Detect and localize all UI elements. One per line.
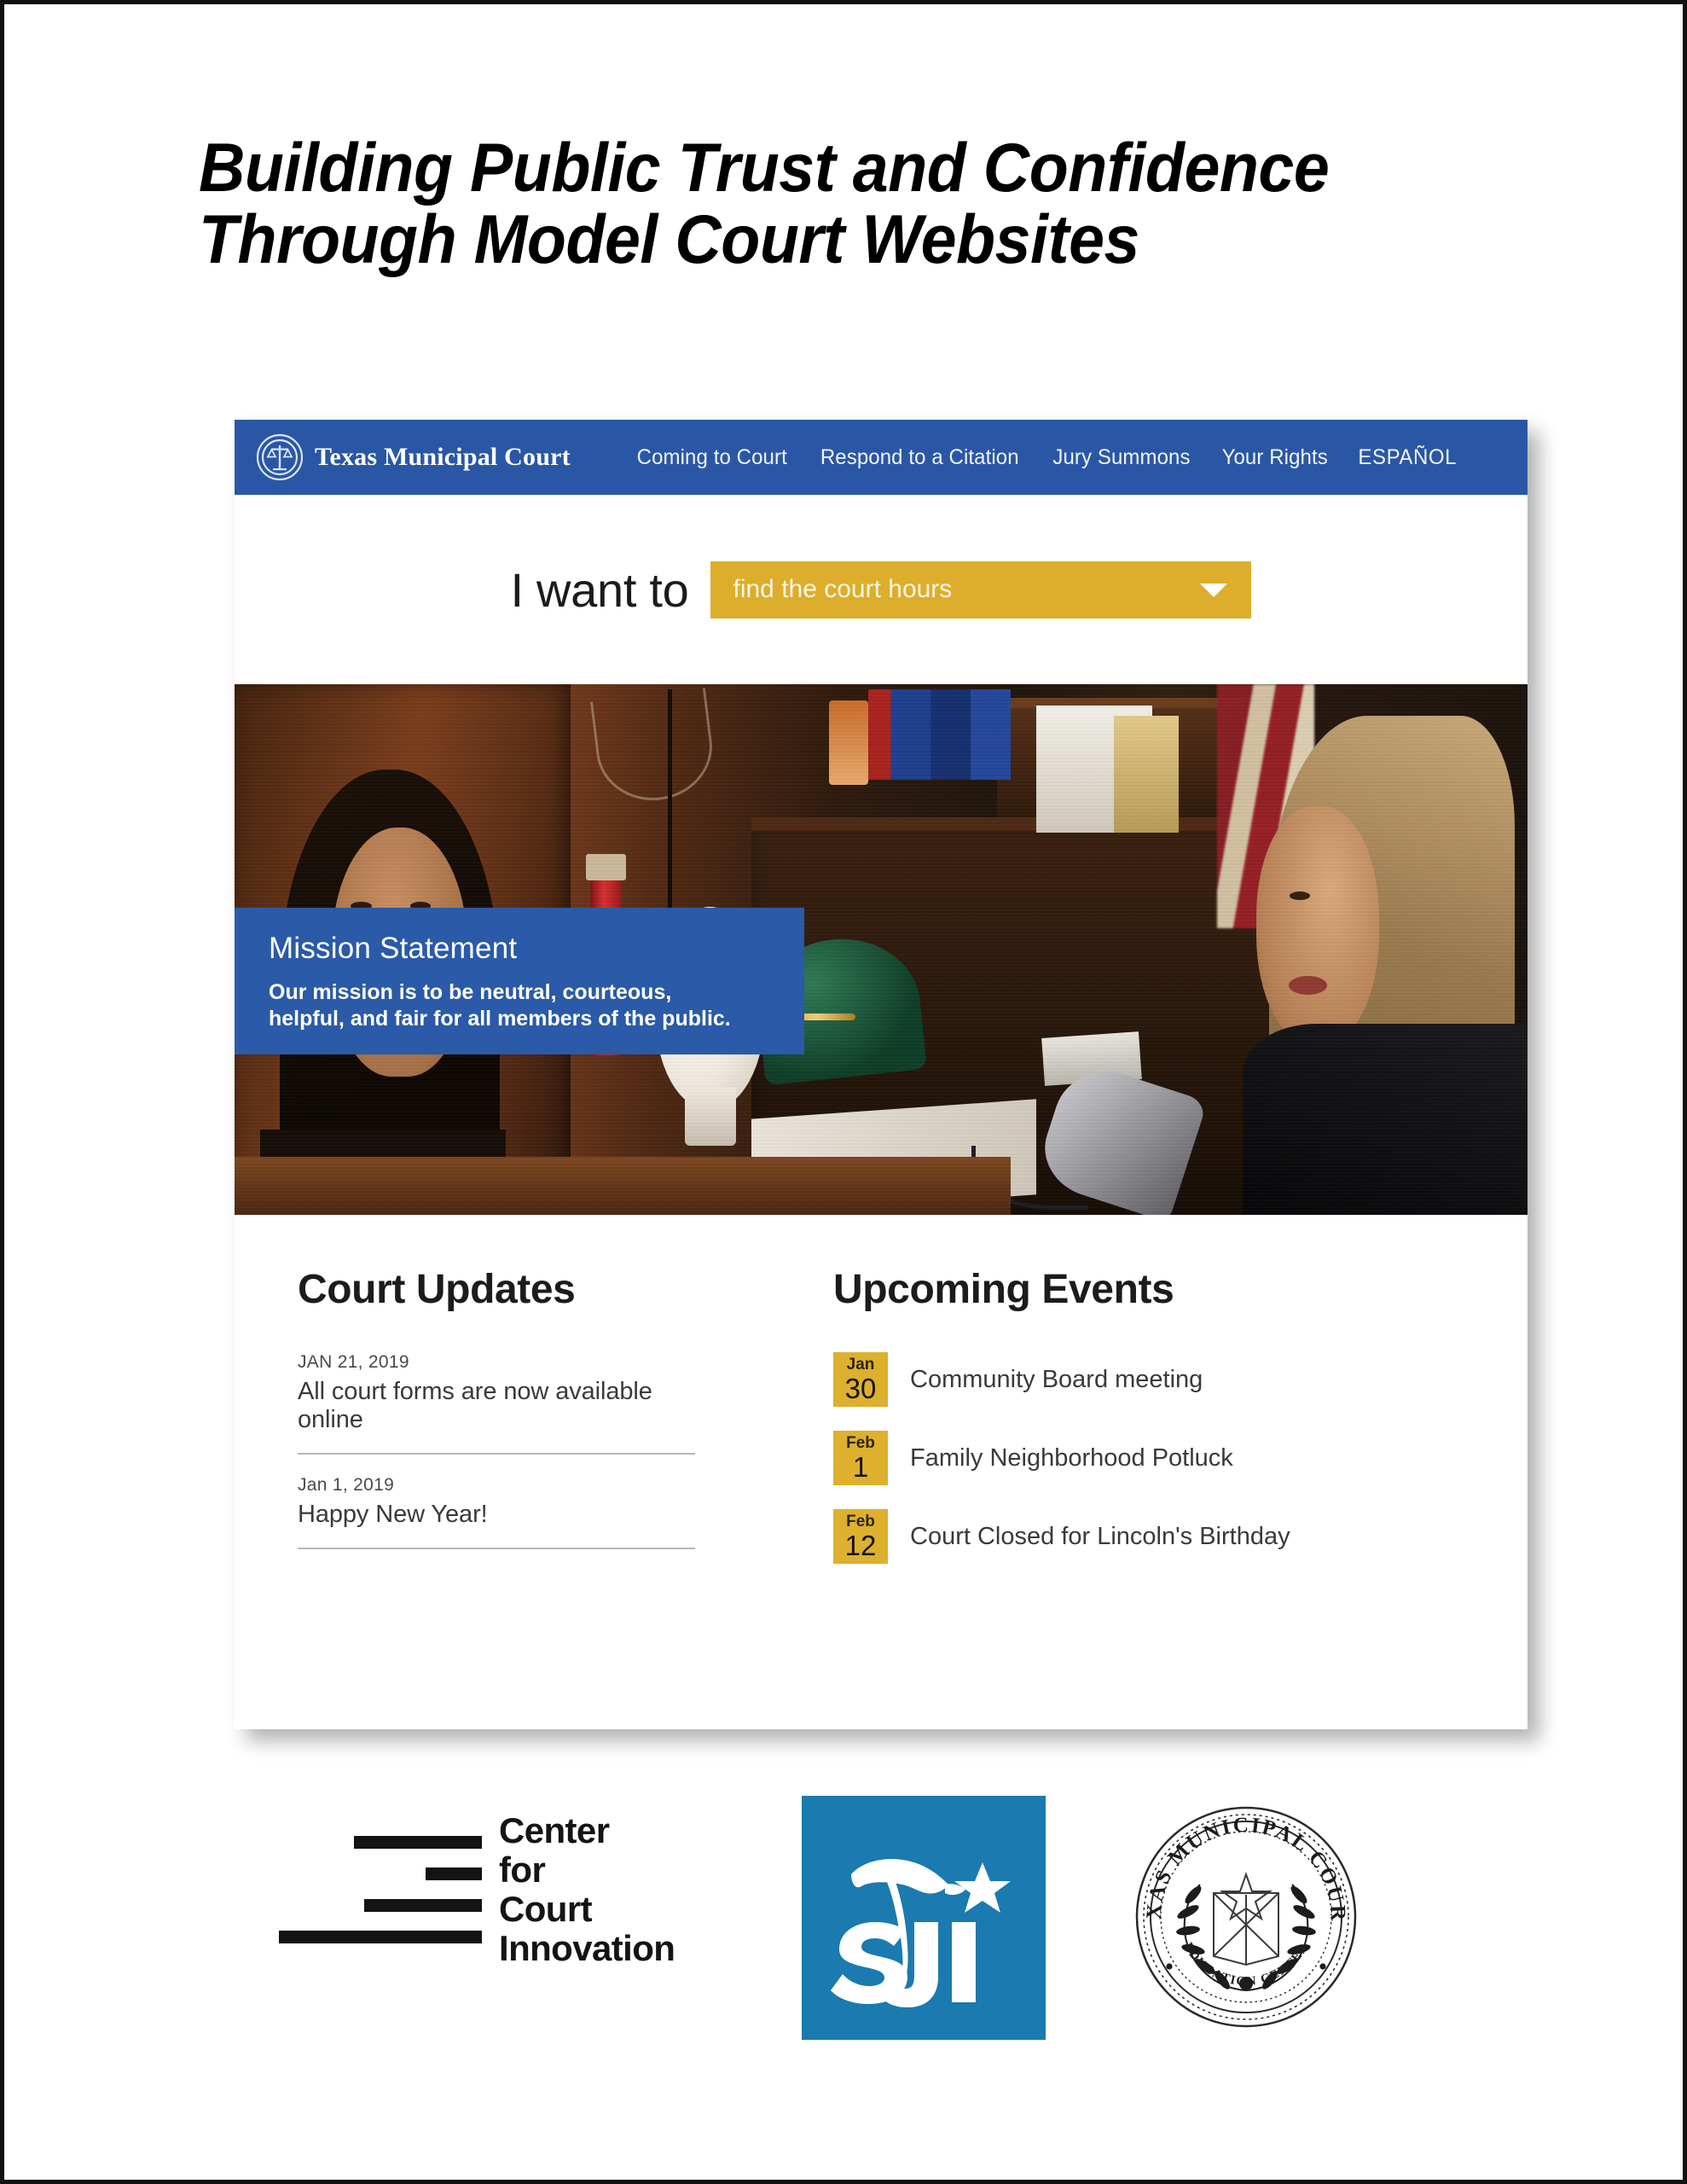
svg-text:TEXAS MUNICIPAL COURTS: TEXAS MUNICIPAL COURTS — [1128, 1799, 1349, 1922]
hero-section: Mission Statement Our mission is to be n… — [235, 684, 1528, 1215]
nav-item-jury-summons[interactable]: Jury Summons — [1052, 445, 1190, 470]
event-label: Family Neighborhood Potluck — [910, 1443, 1233, 1472]
event-badge-day: 30 — [844, 1373, 877, 1404]
sji-eagle-star-logo-icon — [831, 1858, 1011, 2007]
event-date-badge: Jan 30 — [833, 1352, 888, 1407]
upcoming-events-column: Upcoming Events Jan 30 Community Board m… — [746, 1266, 1394, 1588]
site-brand-name: Texas Municipal Court — [315, 443, 571, 471]
event-date-badge: Feb 12 — [833, 1509, 888, 1564]
cci-line-1: Center — [499, 1810, 610, 1850]
upcoming-events-heading: Upcoming Events — [833, 1267, 1174, 1312]
nav-item-your-rights[interactable]: Your Rights — [1221, 445, 1327, 470]
update-text: All court forms are now available online — [298, 1378, 652, 1433]
cci-line-3: Court — [499, 1889, 593, 1929]
poster-page: Building Public Trust and Confidence Thr… — [0, 0, 1687, 2184]
event-badge-month: Feb — [846, 1434, 875, 1452]
nav-item-espanol[interactable]: ESPAÑOL — [1359, 445, 1458, 470]
mission-statement-text: Our mission is to be neutral, courteous,… — [269, 980, 731, 1031]
tmcec-seal: TEXAS MUNICIPAL COURTS EDUCATION CENTER — [1120, 1781, 1364, 2035]
event-date-badge: Feb 1 — [833, 1431, 888, 1485]
court-updates-column: Court Updates JAN 21, 2019 All court for… — [235, 1266, 746, 1588]
site-brand[interactable]: Texas Municipal Court — [255, 433, 571, 482]
center-for-court-innovation-wordmark: Center for Court Innovation — [499, 1811, 675, 1968]
event-label: Court Closed for Lincoln's Birthday — [910, 1522, 1290, 1550]
texas-municipal-courts-education-center-seal-icon: TEXAS MUNICIPAL COURTS EDUCATION CENTER — [1120, 1781, 1357, 2028]
update-item[interactable]: Jan 1, 2019 Happy New Year! — [298, 1475, 695, 1529]
update-divider — [298, 1548, 695, 1549]
event-list-item[interactable]: Feb 12 Court Closed for Lincoln's Birthd… — [833, 1509, 1394, 1564]
update-divider — [298, 1453, 695, 1455]
i-want-to-label: I want to — [510, 562, 689, 617]
scales-of-justice-icon — [256, 433, 304, 481]
event-badge-day: 1 — [852, 1451, 869, 1483]
site-content-columns: Court Updates JAN 21, 2019 All court for… — [235, 1215, 1528, 1588]
update-text: Happy New Year! — [298, 1501, 488, 1528]
poster-title-line-2: Through Model Court Websites — [199, 201, 1139, 278]
mission-statement-title: Mission Statement — [269, 932, 518, 965]
chevron-down-icon — [1200, 584, 1228, 597]
cci-line-2: for — [499, 1850, 546, 1890]
update-item[interactable]: JAN 21, 2019 All court forms are now ava… — [298, 1352, 695, 1434]
event-list-item[interactable]: Jan 30 Community Board meeting — [833, 1352, 1394, 1407]
mission-statement-panel: Mission Statement Our mission is to be n… — [235, 908, 804, 1054]
i-want-to-selected-value: find the court hours — [733, 575, 953, 603]
event-list-item[interactable]: Feb 1 Family Neighborhood Potluck — [833, 1431, 1394, 1485]
site-nav-items: Coming to Court Respond to a Citation Ju… — [634, 445, 1459, 470]
update-date: JAN 21, 2019 — [298, 1352, 409, 1372]
event-label: Community Board meeting — [910, 1365, 1203, 1393]
update-date: Jan 1, 2019 — [298, 1475, 395, 1495]
cci-line-4: Innovation — [499, 1928, 675, 1968]
center-for-court-innovation-bars-icon — [275, 1836, 482, 1943]
event-badge-month: Feb — [846, 1513, 875, 1531]
i-want-to-dropdown[interactable]: find the court hours — [710, 561, 1252, 619]
poster-title-line-1: Building Public Trust and Confidence — [199, 130, 1330, 206]
nav-item-respond-to-citation[interactable]: Respond to a Citation — [820, 445, 1019, 470]
center-for-court-innovation-logo: Center for Court Innovation — [275, 1811, 675, 1968]
poster-title: Building Public Trust and Confidence Thr… — [199, 132, 1512, 276]
event-badge-month: Jan — [846, 1356, 875, 1374]
sji-logo — [802, 1796, 1046, 2040]
i-want-to-section: I want to find the court hours — [235, 495, 1528, 684]
nav-item-coming-to-court[interactable]: Coming to Court — [636, 445, 786, 470]
footer-logos: Center for Court Innovation XAS MUNICIPA… — [235, 1781, 1528, 2052]
site-navbar: Texas Municipal Court Coming to Court Re… — [235, 420, 1528, 495]
court-updates-heading: Court Updates — [298, 1267, 576, 1312]
event-badge-day: 12 — [844, 1530, 877, 1561]
court-website-screenshot: Texas Municipal Court Coming to Court Re… — [235, 420, 1528, 1729]
